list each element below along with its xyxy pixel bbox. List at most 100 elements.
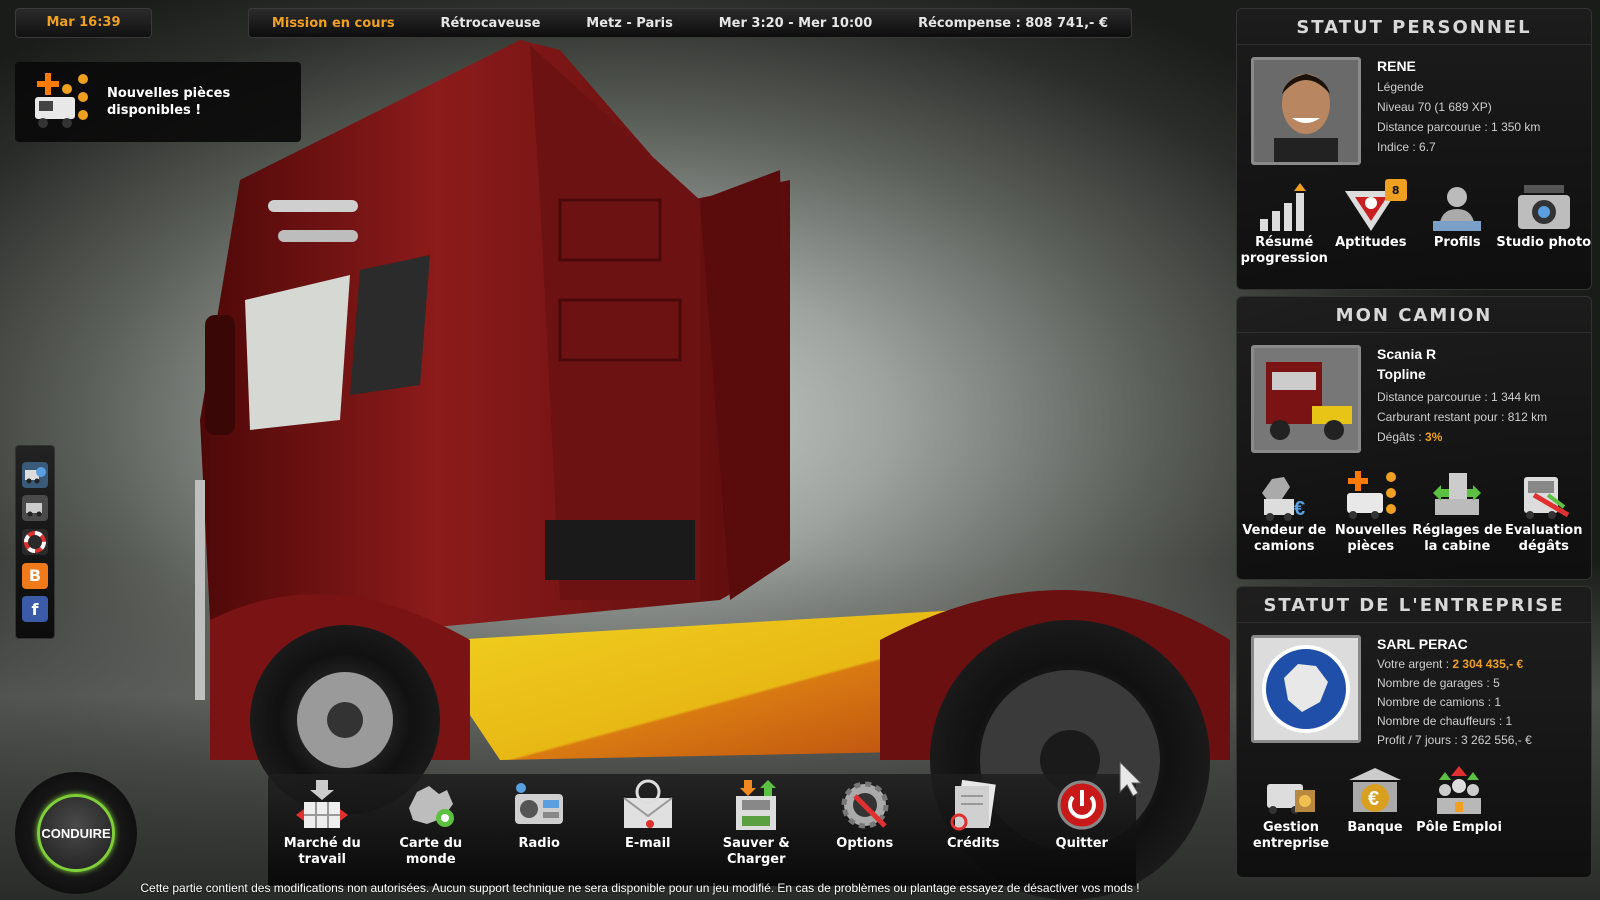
truck-dealer-label2: camions (1254, 539, 1315, 554)
dock-save-load-label2: Charger (726, 852, 786, 867)
my-truck-panel: MON CAMION Scania R Topline Distance par… (1236, 296, 1592, 580)
truck-dealer-button[interactable]: € Vendeur de camions (1242, 467, 1326, 555)
new-parts-label1: Nouvelles (1334, 523, 1407, 538)
progress-summary-label2: progression (1240, 251, 1328, 266)
game-clock: Mar 16:39 (15, 8, 152, 38)
world-map-icon (403, 778, 459, 832)
dock-quit[interactable]: Quitter (1034, 778, 1130, 852)
new-parts-icon (1340, 467, 1402, 523)
mouse-cursor-icon (1119, 760, 1143, 797)
employment-button[interactable]: Pôle Emploi (1416, 764, 1502, 852)
drive-button[interactable]: CONDUIRE (37, 794, 115, 872)
company-drivers: Nombre de chauffeurs : 1 (1377, 714, 1513, 728)
truck-driver-icon[interactable] (22, 495, 48, 522)
truck-model-line2: Topline (1377, 366, 1426, 382)
camera-icon (1513, 179, 1575, 235)
dock-radio-label: Radio (518, 836, 560, 851)
employment-label: Pôle Emploi (1416, 820, 1502, 835)
credits-icon (945, 778, 1001, 832)
company-money-value: 2 304 435,- € (1452, 657, 1524, 671)
company-management-label2: entreprise (1252, 836, 1330, 851)
profiles-button[interactable]: Profils (1415, 179, 1499, 267)
new-parts-notification[interactable]: Nouvelles pièces disponibles ! (15, 62, 301, 142)
damage-evaluation-icon (1513, 467, 1575, 523)
dock-job-market-label2: travail (298, 852, 347, 867)
company-money-label: Votre argent : (1377, 657, 1453, 671)
dock-save-load-label1: Sauver & (722, 836, 790, 851)
right-status-panel: STATUT PERSONNEL RENE Légende Niveau 70 … (1236, 8, 1592, 884)
truck-damage-value: 3% (1425, 430, 1443, 444)
company-management-button[interactable]: Gestion entreprise (1249, 764, 1333, 852)
mod-warning-note: Cette partie contient des modifications … (140, 881, 1140, 895)
dock-options-label: Options (836, 836, 894, 851)
dock-world-map-label2: monde (405, 852, 456, 867)
photo-studio-button[interactable]: Studio photo (1496, 179, 1591, 267)
skills-button[interactable]: 8 Aptitudes (1329, 179, 1413, 267)
cabin-settings-button[interactable]: Réglages de la cabine (1412, 467, 1503, 555)
driver-rank: Légende (1377, 80, 1424, 94)
bank-icon: € (1344, 764, 1406, 820)
dock-job-market-label1: Marché du (283, 836, 361, 851)
facebook-icon[interactable]: f (22, 596, 48, 623)
truck-thumbnail[interactable] (1251, 345, 1361, 453)
cabin-settings-icon (1426, 467, 1488, 523)
new-parts-button[interactable]: Nouvelles pièces (1329, 467, 1413, 555)
employment-icon (1428, 764, 1490, 820)
drive-button-frame: CONDUIRE (15, 772, 137, 894)
progress-summary-button[interactable]: Résumé progression (1240, 179, 1328, 267)
mission-reward: Récompense : 808 741,- € (918, 15, 1109, 31)
dock-world-map-label1: Carte du (399, 836, 463, 851)
cabin-settings-label1: Réglages de (1412, 523, 1503, 538)
skills-label: Aptitudes (1335, 235, 1407, 250)
profiles-icon (1426, 179, 1488, 235)
bank-button[interactable]: € Banque (1333, 764, 1417, 852)
notification-line2: disponibles ! (107, 103, 202, 118)
radio-icon (511, 778, 567, 832)
truck-distance: Distance parcourue : 1 344 km (1377, 390, 1541, 404)
notification-line1: Nouvelles pièces (107, 86, 231, 101)
blogger-icon[interactable]: B (22, 562, 48, 589)
damage-evaluation-label2: dégâts (1518, 539, 1569, 554)
company-trucks: Nombre de camions : 1 (1377, 695, 1502, 709)
power-icon (1054, 778, 1110, 832)
progress-summary-label1: Résumé (1255, 235, 1314, 250)
truck-damage: Dégâts : 3% (1377, 427, 1547, 447)
dock-world-map[interactable]: Carte du monde (383, 778, 479, 868)
driver-level: Niveau 70 (1 689 XP) (1377, 100, 1492, 114)
company-name: SARL PERAC (1377, 636, 1468, 652)
bank-label: Banque (1347, 820, 1403, 835)
profiles-label: Profils (1433, 235, 1481, 250)
company-status-title: STATUT DE L'ENTREPRISE (1237, 587, 1591, 623)
mission-bar[interactable]: Mission en cours Rétrocaveuse Metz - Par… (248, 8, 1132, 38)
email-icon (620, 778, 676, 832)
dock-credits[interactable]: Crédits (925, 778, 1021, 852)
skills-badge: 8 (1384, 179, 1407, 201)
dock-email[interactable]: E-mail (600, 778, 696, 852)
company-money: Votre argent : 2 304 435,- € (1377, 655, 1532, 674)
cabin-settings-label2: la cabine (1424, 539, 1491, 554)
dock-quit-label: Quitter (1055, 836, 1108, 851)
personal-status-panel: STATUT PERSONNEL RENE Légende Niveau 70 … (1236, 8, 1592, 290)
my-truck-title: MON CAMION (1237, 297, 1591, 333)
company-profit: Profit / 7 jours : 3 262 556,- € (1377, 733, 1532, 747)
dock-save-load[interactable]: Sauver & Charger (708, 778, 804, 868)
options-icon (837, 778, 893, 832)
save-load-icon (728, 778, 784, 832)
lifebuoy-icon[interactable] (22, 528, 48, 555)
damage-evaluation-label1: Evaluation (1505, 523, 1583, 538)
new-parts-label2: pièces (1347, 539, 1395, 554)
dock-radio[interactable]: Radio (491, 778, 587, 852)
company-management-icon (1260, 764, 1322, 820)
driver-avatar[interactable] (1251, 57, 1361, 165)
company-garages: Nombre de garages : 5 (1377, 676, 1500, 690)
truck-globe-icon[interactable] (22, 461, 48, 488)
company-logo[interactable] (1251, 635, 1361, 743)
damage-evaluation-button[interactable]: Evaluation dégâts (1502, 467, 1586, 555)
mission-route: Metz - Paris (586, 15, 673, 31)
personal-status-title: STATUT PERSONNEL (1237, 9, 1591, 45)
dock-options[interactable]: Options (817, 778, 913, 852)
bottom-dock: Marché du travail Carte du monde Radio E-m… (268, 774, 1136, 886)
photo-studio-label: Studio photo (1496, 235, 1592, 250)
truck-dealer-icon: € (1253, 467, 1315, 523)
dock-job-market[interactable]: Marché du travail (274, 778, 370, 868)
